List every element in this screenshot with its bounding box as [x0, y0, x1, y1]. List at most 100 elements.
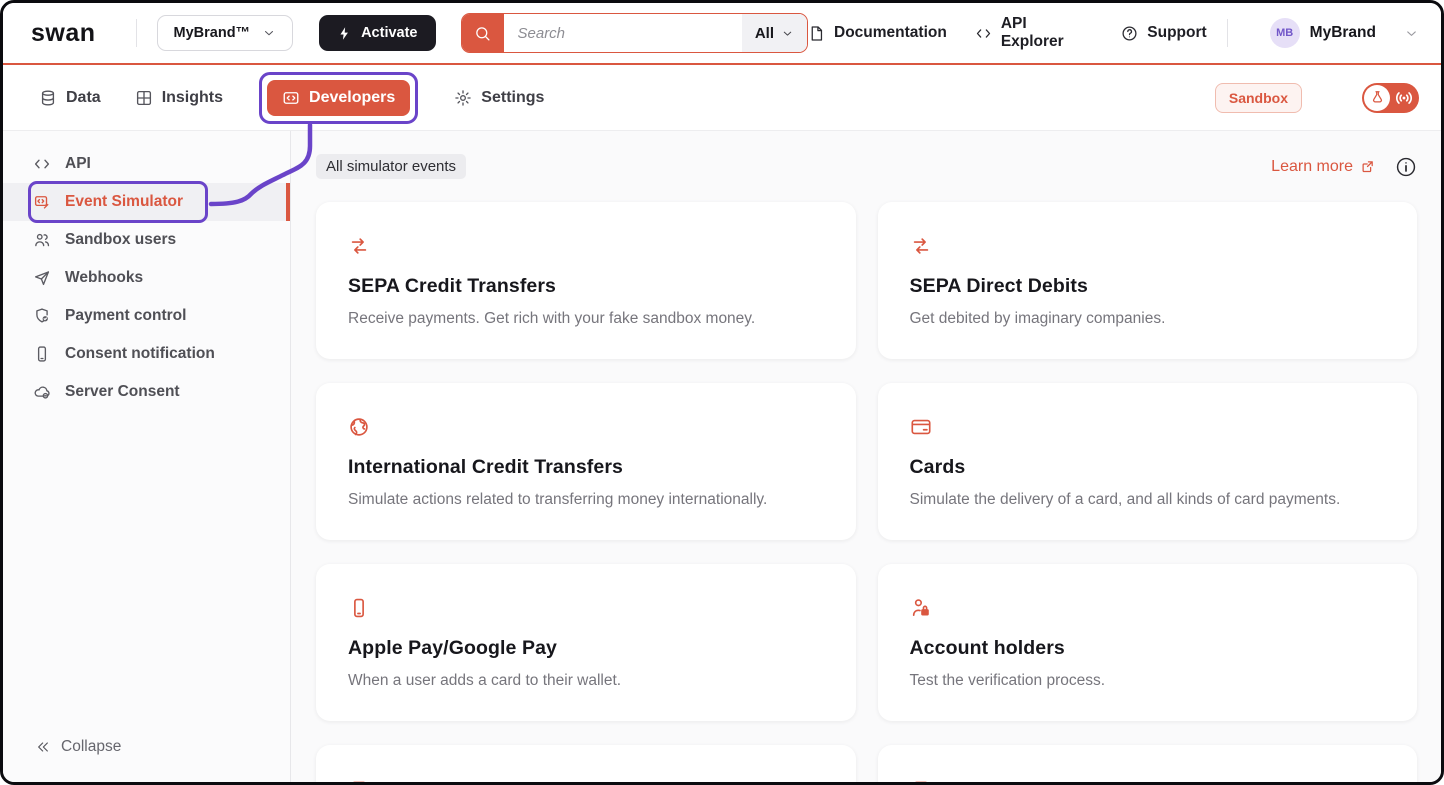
header-divider [136, 19, 137, 47]
gear-icon [454, 89, 472, 107]
search-filter-dropdown[interactable]: All [742, 14, 807, 52]
sidebar-item-sandbox-users[interactable]: Sandbox users [3, 221, 290, 259]
card-international-credit-transfers[interactable]: International Credit Transfers Simulate … [316, 383, 856, 540]
header-link-support[interactable]: Support [1121, 24, 1206, 42]
header-link-label: API Explorer [1001, 15, 1093, 51]
live-signal-icon [1394, 88, 1414, 108]
main-content: All simulator events Learn more SEPA Cre… [291, 131, 1441, 782]
help-circle-icon [1121, 25, 1138, 42]
event-simulator-icon [33, 193, 51, 211]
header-link-api-explorer[interactable]: API Explorer [975, 15, 1093, 51]
tab-label: Data [66, 89, 101, 107]
account-name: MyBrand [1310, 24, 1376, 42]
cloud-consent-icon [33, 383, 51, 401]
card-apple-pay-google-pay[interactable]: Apple Pay/Google Pay When a user adds a … [316, 564, 856, 721]
learn-more-label: Learn more [1271, 158, 1353, 176]
collapse-button[interactable]: Collapse [3, 738, 290, 782]
header-link-documentation[interactable]: Documentation [808, 24, 947, 42]
document-icon [808, 25, 825, 42]
tab-label: Developers [309, 89, 395, 107]
card-item[interactable] [316, 745, 856, 782]
project-selector[interactable]: MyBrand™ [157, 15, 294, 51]
search-bar: All [461, 13, 809, 53]
card-title: Account holders [910, 637, 1386, 660]
sidebar-item-payment-control[interactable]: Payment control [3, 297, 290, 335]
bolt-icon [337, 26, 352, 41]
card-description: Simulate actions related to transferring… [348, 491, 824, 509]
partial-icon [910, 778, 932, 782]
shield-check-icon [33, 307, 51, 325]
search-icon [474, 25, 491, 42]
activate-button-label: Activate [361, 25, 417, 41]
filter-chip[interactable]: All simulator events [316, 154, 466, 179]
tab-settings[interactable]: Settings [454, 89, 544, 107]
app-window: swan MyBrand™ Activate All Documentation… [0, 0, 1444, 785]
collapse-label: Collapse [61, 738, 121, 756]
environment-toggle[interactable] [1362, 83, 1419, 113]
code-icon [33, 155, 51, 173]
smartphone-icon [348, 597, 370, 619]
avatar: MB [1270, 18, 1300, 48]
grid-icon [135, 89, 153, 107]
sidebar: API Event Simulator Sandbox users Webhoo… [3, 131, 291, 782]
card-description: Simulate the delivery of a card, and all… [910, 491, 1386, 509]
database-icon [39, 89, 57, 107]
card-title: SEPA Direct Debits [910, 275, 1386, 298]
search-input[interactable] [504, 14, 742, 52]
transfer-arrows-icon [910, 235, 932, 257]
swan-logo: swan [31, 19, 96, 48]
section-nav: Data Insights Developers Settings Sandbo… [3, 63, 1441, 131]
info-icon[interactable] [1395, 156, 1417, 178]
header-divider [1227, 19, 1228, 47]
card-cards[interactable]: Cards Simulate the delivery of a card, a… [878, 383, 1418, 540]
header-link-label: Documentation [834, 24, 947, 42]
card-title: International Credit Transfers [348, 456, 824, 479]
learn-more-link[interactable]: Learn more [1271, 158, 1375, 176]
sidebar-item-webhooks[interactable]: Webhooks [3, 259, 290, 297]
flask-icon [1370, 90, 1385, 105]
card-sepa-credit-transfers[interactable]: SEPA Credit Transfers Receive payments. … [316, 202, 856, 359]
sidebar-item-event-simulator[interactable]: Event Simulator [3, 183, 290, 221]
card-item[interactable] [878, 745, 1418, 782]
header-links: Documentation API Explorer Support [808, 15, 1207, 51]
project-selector-label: MyBrand™ [174, 25, 251, 41]
users-icon [33, 231, 51, 249]
person-bag-icon [910, 597, 932, 619]
card-title: Apple Pay/Google Pay [348, 637, 824, 660]
card-title: SEPA Credit Transfers [348, 275, 824, 298]
tab-data[interactable]: Data [39, 89, 101, 107]
header-link-label: Support [1147, 24, 1206, 42]
chevron-down-icon [262, 26, 276, 40]
sidebar-item-label: Consent notification [65, 345, 215, 363]
environment-badge[interactable]: Sandbox [1215, 83, 1302, 113]
search-submit-button[interactable] [462, 14, 504, 52]
sidebar-item-label: Webhooks [65, 269, 143, 287]
sidebar-item-api[interactable]: API [3, 145, 290, 183]
simulator-cards-grid: SEPA Credit Transfers Receive payments. … [316, 202, 1417, 782]
card-sepa-direct-debits[interactable]: SEPA Direct Debits Get debited by imagin… [878, 202, 1418, 359]
tab-insights[interactable]: Insights [135, 89, 223, 107]
card-account-holders[interactable]: Account holders Test the verification pr… [878, 564, 1418, 721]
globe-icon [348, 416, 370, 438]
partial-icon [348, 778, 370, 782]
nav-tabs: Data Insights Developers Settings [39, 72, 544, 124]
code-icon [975, 25, 992, 42]
developers-icon [282, 89, 300, 107]
search-filter-value: All [755, 25, 774, 42]
activate-button[interactable]: Activate [319, 15, 435, 51]
account-menu[interactable]: MB MyBrand [1270, 18, 1419, 48]
card-description: Get debited by imaginary companies. [910, 310, 1386, 328]
credit-card-icon [910, 416, 932, 438]
sidebar-item-server-consent[interactable]: Server Consent [3, 373, 290, 411]
transfer-arrows-icon [348, 235, 370, 257]
tab-developers[interactable]: Developers [267, 80, 410, 116]
sidebar-item-label: Payment control [65, 307, 186, 325]
sidebar-item-label: Server Consent [65, 383, 180, 401]
sidebar-item-consent-notification[interactable]: Consent notification [3, 335, 290, 373]
card-description: Test the verification process. [910, 672, 1386, 690]
external-link-icon [1360, 159, 1375, 174]
top-header: swan MyBrand™ Activate All Documentation… [3, 3, 1441, 63]
annotation-box-developers: Developers [259, 72, 418, 124]
card-description: When a user adds a card to their wallet. [348, 672, 824, 690]
card-title: Cards [910, 456, 1386, 479]
